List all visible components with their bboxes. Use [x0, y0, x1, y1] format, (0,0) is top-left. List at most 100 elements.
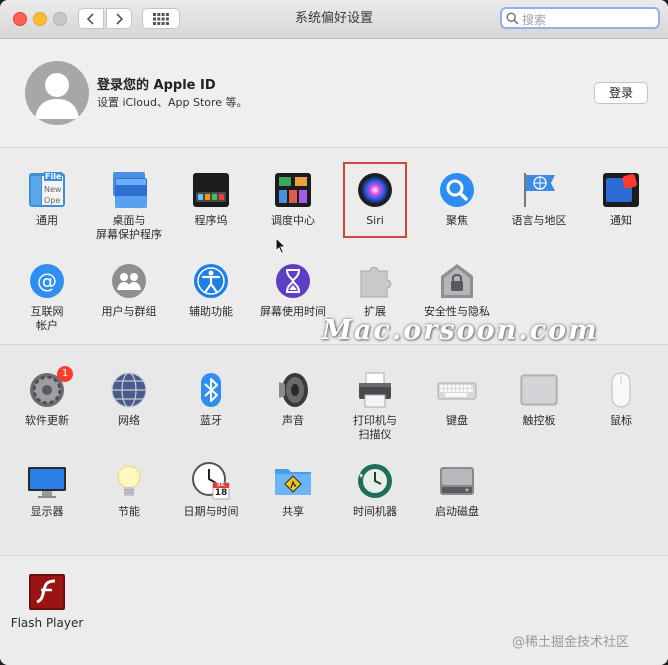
flash-player-icon	[27, 572, 67, 612]
pane-label: 网络	[118, 414, 140, 427]
pane-bluetooth[interactable]: 蓝牙	[170, 370, 252, 428]
pane-label: 键盘	[446, 414, 468, 427]
chevron-right-icon	[116, 12, 124, 25]
general-icon-text-1: File	[44, 172, 63, 181]
chevron-left-icon	[86, 12, 94, 25]
bluetooth-icon	[191, 370, 231, 410]
pane-label: 打印机与 扫描仪	[353, 414, 397, 441]
pane-language-region[interactable]: 语言与地区	[498, 170, 580, 228]
pane-label: 触控板	[522, 414, 556, 427]
internet-accounts-icon: @	[27, 261, 67, 301]
trackpad-icon	[519, 370, 559, 410]
close-button[interactable]	[13, 12, 27, 26]
pane-trackpad[interactable]: 触控板	[498, 370, 580, 428]
general-icon: File New Ope	[27, 170, 67, 210]
pane-label: 互联网 帐户	[30, 305, 64, 332]
pane-extensions[interactable]: 扩展	[334, 261, 416, 319]
extensions-icon	[355, 261, 395, 301]
pane-displays[interactable]: 显示器	[6, 461, 88, 519]
pane-label: 用户与群组	[101, 305, 157, 318]
search-field[interactable]: 搜索	[500, 7, 660, 29]
pane-software-update[interactable]: 1 软件更新	[6, 366, 88, 428]
pane-startup-disk[interactable]: 启动磁盘	[416, 461, 498, 519]
pane-accessibility[interactable]: 辅助功能	[170, 261, 252, 319]
siri-highlight-box	[343, 162, 407, 238]
pane-label: 声音	[282, 414, 304, 427]
watermark-text: Mac.orsoon.com	[322, 315, 599, 346]
mouse-icon	[601, 370, 641, 410]
mission-control-icon	[273, 170, 313, 210]
show-all-button[interactable]	[142, 8, 180, 29]
pane-mouse[interactable]: 鼠标	[580, 370, 662, 428]
pane-label: 程序坞	[194, 214, 228, 227]
pane-label: 显示器	[30, 505, 64, 518]
general-icon-text-2: New	[44, 185, 62, 194]
pane-label: 鼠标	[610, 414, 632, 427]
pane-notifications[interactable]: 通知	[580, 170, 662, 228]
pane-time-machine[interactable]: 时间机器	[334, 461, 416, 519]
footer-watermark: @稀土掘金技术社区	[512, 635, 630, 650]
svg-text:@: @	[37, 269, 57, 293]
calendar-day: 18	[214, 488, 228, 498]
pane-label: 调度中心	[271, 214, 315, 227]
zoom-button[interactable]	[53, 12, 67, 26]
pane-label: 通用	[36, 214, 58, 227]
dock-icon	[191, 170, 231, 210]
security-privacy-icon	[437, 261, 477, 301]
back-button[interactable]	[78, 8, 104, 29]
pane-internet-accounts[interactable]: @ 互联网 帐户	[6, 261, 88, 333]
apple-id-section: 登录您的 Apple ID 设置 iCloud、App Store 等。 登录	[0, 39, 668, 148]
pane-label: 日期与时间	[183, 505, 239, 518]
pane-security-privacy[interactable]: 安全性与隐私	[416, 261, 498, 319]
login-button[interactable]: 登录	[594, 82, 648, 104]
pane-label: 通知	[610, 214, 632, 227]
notifications-icon	[601, 170, 641, 210]
network-icon	[109, 370, 149, 410]
grid-icon	[153, 12, 169, 25]
spotlight-icon	[437, 170, 477, 210]
pane-printers-scanners[interactable]: 打印机与 扫描仪	[334, 370, 416, 442]
users-groups-icon	[109, 261, 149, 301]
pane-sharing[interactable]: 共享	[252, 461, 334, 519]
user-silhouette-icon	[35, 73, 79, 119]
date-time-icon: JUL 18	[191, 461, 231, 501]
forward-button[interactable]	[106, 8, 132, 29]
pane-users-groups[interactable]: 用户与群组	[88, 261, 170, 319]
mouse-cursor-icon	[275, 237, 287, 255]
account-subtitle: 设置 iCloud、App Store 等。	[97, 96, 248, 109]
avatar[interactable]	[25, 61, 89, 125]
pane-label: Flash Player	[10, 616, 84, 630]
pane-label: 蓝牙	[200, 414, 222, 427]
pane-desktop-screensaver[interactable]: 桌面与 屏幕保护程序	[88, 170, 170, 242]
pane-flash-player[interactable]: Flash Player	[6, 572, 88, 630]
general-icon-text-3: Ope	[44, 196, 61, 205]
pane-sound[interactable]: 声音	[252, 370, 334, 428]
pane-network[interactable]: 网络	[88, 370, 170, 428]
desktop-screensaver-icon	[109, 170, 149, 210]
pane-label: 桌面与 屏幕保护程序	[96, 214, 162, 241]
keyboard-icon	[437, 370, 477, 410]
sharing-icon	[273, 461, 313, 501]
pane-mission-control[interactable]: 调度中心	[252, 170, 334, 228]
language-region-icon	[519, 170, 559, 210]
pane-dock[interactable]: 程序坞	[170, 170, 252, 228]
search-placeholder: 搜索	[522, 13, 547, 27]
pane-label: 辅助功能	[189, 305, 233, 318]
pane-spotlight[interactable]: 聚焦	[416, 170, 498, 228]
time-machine-icon	[355, 461, 395, 501]
account-title: 登录您的 Apple ID	[97, 78, 216, 93]
pane-screen-time[interactable]: 屏幕使用时间	[252, 261, 334, 319]
pane-label: 软件更新	[25, 414, 69, 427]
screen-time-icon	[273, 261, 313, 301]
pane-label: 聚焦	[446, 214, 468, 227]
pane-keyboard[interactable]: 键盘	[416, 370, 498, 428]
pane-energy-saver[interactable]: 节能	[88, 461, 170, 519]
accessibility-icon	[191, 261, 231, 301]
minimize-button[interactable]	[33, 12, 47, 26]
software-update-icon: 1	[27, 366, 73, 410]
pane-label: 节能	[118, 505, 140, 518]
window-title: 系统偏好设置	[294, 11, 373, 26]
printers-scanners-icon	[355, 370, 395, 410]
pane-general[interactable]: File New Ope 通用	[6, 170, 88, 228]
pane-date-time[interactable]: JUL 18 日期与时间	[170, 461, 252, 519]
